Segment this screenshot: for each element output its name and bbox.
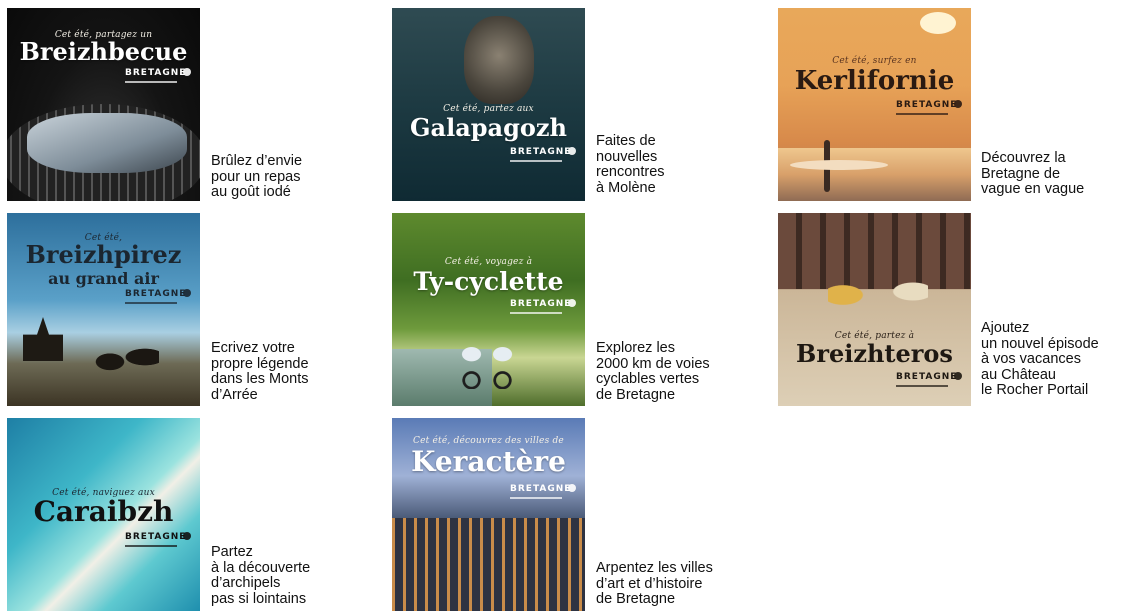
card-caption: Arpentez les villes d’art et d’histoire … (596, 560, 713, 607)
poster-subtitle: au grand air (48, 269, 159, 288)
logo-underline (896, 385, 948, 387)
logo-badge-icon (568, 147, 576, 155)
poster-title: Ty-cyclette (413, 267, 564, 296)
poster-title: Caraibzh (33, 495, 174, 528)
logo-underline (896, 113, 948, 115)
seal-image (464, 16, 534, 104)
logo-underline (510, 497, 562, 499)
fish-image (27, 113, 187, 173)
poster-breizhbecue: Cet été, partagez un Breizhbecue BRETAGN… (7, 8, 200, 201)
bretagne-logo: BRETAGNE (125, 289, 187, 299)
sun-image (920, 12, 956, 34)
card-caption: Découvrez la Bretagne de vague en vague (981, 150, 1085, 197)
poster-title: Breizhpirez (25, 240, 182, 269)
logo-badge-icon (568, 484, 576, 492)
logo-badge-icon (568, 299, 576, 307)
poster-galapagozh: Cet été, partez aux Galapagozh BRETAGNE (392, 8, 585, 201)
poster-caraibzh: Cet été, naviguez aux Caraibzh BRETAGNE (7, 418, 200, 611)
card-caption: Explorez les 2000 km de voies cyclables … (596, 340, 710, 403)
logo-underline (125, 81, 177, 83)
poster-intro: Cet été, voyagez à (444, 257, 533, 267)
logo-underline (125, 545, 177, 547)
logo-badge-icon (183, 532, 191, 540)
poster-title: Kerlifornie (794, 66, 955, 96)
card-caption: Ajoutez un nouvel épisode à vos vacances… (981, 320, 1099, 398)
poster-title: Galapagozh (410, 113, 567, 142)
bretagne-logo: BRETAGNE (510, 147, 572, 157)
bretagne-logo: BRETAGNE (896, 100, 958, 110)
children-image (828, 253, 928, 323)
card-caption: Partez à la découverte d’archipels pas s… (211, 544, 311, 607)
town-image (392, 518, 585, 611)
poster-title: Breizhteros (796, 339, 953, 368)
logo-badge-icon (954, 372, 962, 380)
logo-underline (510, 312, 562, 314)
logo-badge-icon (954, 100, 962, 108)
logo-badge-icon (183, 289, 191, 297)
logo-underline (125, 302, 177, 304)
card-caption: Ecrivez votre propre légende dans les Mo… (211, 340, 309, 403)
poster-title: Keractère (411, 445, 566, 478)
poster-title: Breizhbecue (19, 37, 188, 66)
bretagne-logo: BRETAGNE (125, 532, 187, 542)
hikers-image (89, 333, 159, 381)
poster-breizhpirez: Cet été, Breizhpirez au grand air BRETAG… (7, 213, 200, 406)
logo-badge-icon (183, 68, 191, 76)
poster-kerlifornie: Cet été, surfez en Kerlifornie BRETAGNE (778, 8, 971, 201)
poster-keractere: Cet été, découvrez des villes de Keractè… (392, 418, 585, 611)
bretagne-logo: BRETAGNE (896, 372, 958, 382)
card-caption: Brûlez d’envie pour un repas au goût iod… (211, 153, 303, 200)
cyclists-image (456, 331, 518, 389)
wave-image (778, 148, 971, 201)
bretagne-logo: BRETAGNE (510, 299, 572, 309)
logo-underline (510, 160, 562, 162)
poster-intro: Cet été, surfez en (832, 56, 917, 66)
bretagne-logo: BRETAGNE (125, 68, 187, 78)
chapel-image (23, 317, 63, 361)
bretagne-logo: BRETAGNE (510, 484, 572, 494)
poster-breizhteros: Cet été, partez à Breizhteros BRETAGNE (778, 213, 971, 406)
surfboard-image (790, 160, 888, 170)
card-caption: Faites de nouvelles rencontres à Molène (596, 133, 665, 196)
poster-ty-cyclette: Cet été, voyagez à Ty-cyclette BRETAGNE (392, 213, 585, 406)
